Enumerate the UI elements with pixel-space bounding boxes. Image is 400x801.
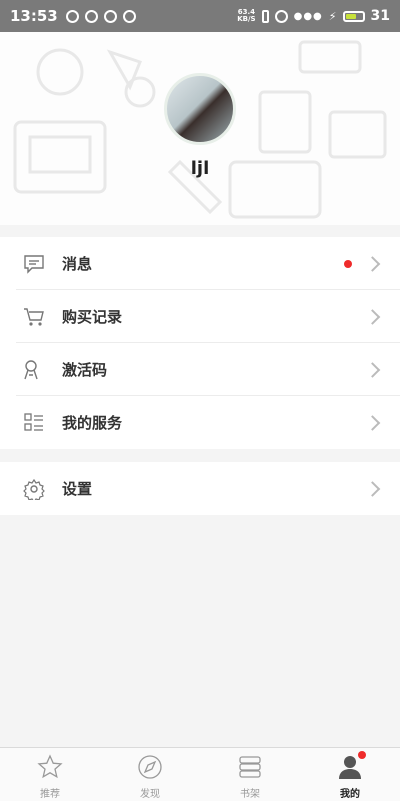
vibrate-icon (261, 9, 269, 23)
key-icon (22, 358, 46, 382)
notification-icon (65, 9, 79, 23)
charging-icon: ⚡ (328, 9, 337, 23)
status-bar-left: 13:53 (10, 7, 136, 25)
avatar[interactable] (164, 73, 236, 145)
status-bar: 13:53 63.4 KB/S ●●● ⚡ 31 (0, 0, 400, 32)
menu-item-label: 激活码 (62, 361, 108, 379)
bookshelf-icon (236, 753, 264, 781)
tab-label: 发现 (140, 789, 160, 800)
tab-label: 推荐 (40, 789, 60, 800)
menu-item-activation-code[interactable]: 激活码 (0, 343, 400, 396)
menu-item-label: 设置 (62, 480, 93, 498)
menu-group-settings: 设置 (0, 462, 400, 515)
check-circle-icon (122, 9, 136, 23)
unread-badge (344, 259, 352, 268)
chevron-right-icon (364, 308, 381, 325)
bottom-tab-bar: 推荐 发现 书架 我的 (0, 747, 400, 801)
checklist-icon (22, 411, 46, 435)
gear-icon (22, 477, 46, 501)
compass-icon (136, 753, 164, 781)
status-bar-right: 63.4 KB/S ●●● ⚡ 31 (237, 8, 390, 24)
hotspot-icon (103, 9, 117, 23)
tab-bookshelf[interactable]: 书架 (200, 748, 300, 801)
chevron-right-icon (364, 255, 381, 272)
signal-icon: ●●● (293, 10, 323, 22)
notification-badge (358, 751, 366, 759)
menu-item-my-services[interactable]: 我的服务 (0, 396, 400, 449)
menu-group-main: 消息 购买记录 激活码 我的服务 (0, 237, 400, 449)
menu-item-purchase-history[interactable]: 购买记录 (0, 290, 400, 343)
menu-item-label: 购买记录 (62, 308, 123, 326)
menu-item-settings[interactable]: 设置 (0, 462, 400, 515)
tab-mine[interactable]: 我的 (300, 748, 400, 801)
tab-discover[interactable]: 发现 (100, 748, 200, 801)
check-circle-icon (84, 9, 98, 23)
tab-label: 我的 (340, 789, 360, 800)
star-icon (36, 753, 64, 781)
chevron-right-icon (364, 361, 381, 378)
menu-item-messages[interactable]: 消息 (0, 237, 400, 290)
profile-header: ljl (0, 32, 400, 225)
alarm-icon (274, 9, 288, 23)
username[interactable]: ljl (0, 158, 400, 179)
network-speed: 63.4 KB/S (237, 9, 255, 23)
battery-icon (342, 10, 365, 22)
menu-item-label: 消息 (62, 255, 93, 273)
battery-level: 31 (370, 8, 390, 24)
chevron-right-icon (364, 414, 381, 431)
status-time: 13:53 (10, 7, 58, 25)
tab-recommend[interactable]: 推荐 (0, 748, 100, 801)
message-icon (22, 252, 46, 276)
chevron-right-icon (364, 480, 381, 497)
menu-item-label: 我的服务 (62, 414, 123, 432)
tab-label: 书架 (240, 789, 260, 800)
cart-icon (22, 305, 46, 329)
network-speed-unit: KB/S (237, 15, 256, 23)
